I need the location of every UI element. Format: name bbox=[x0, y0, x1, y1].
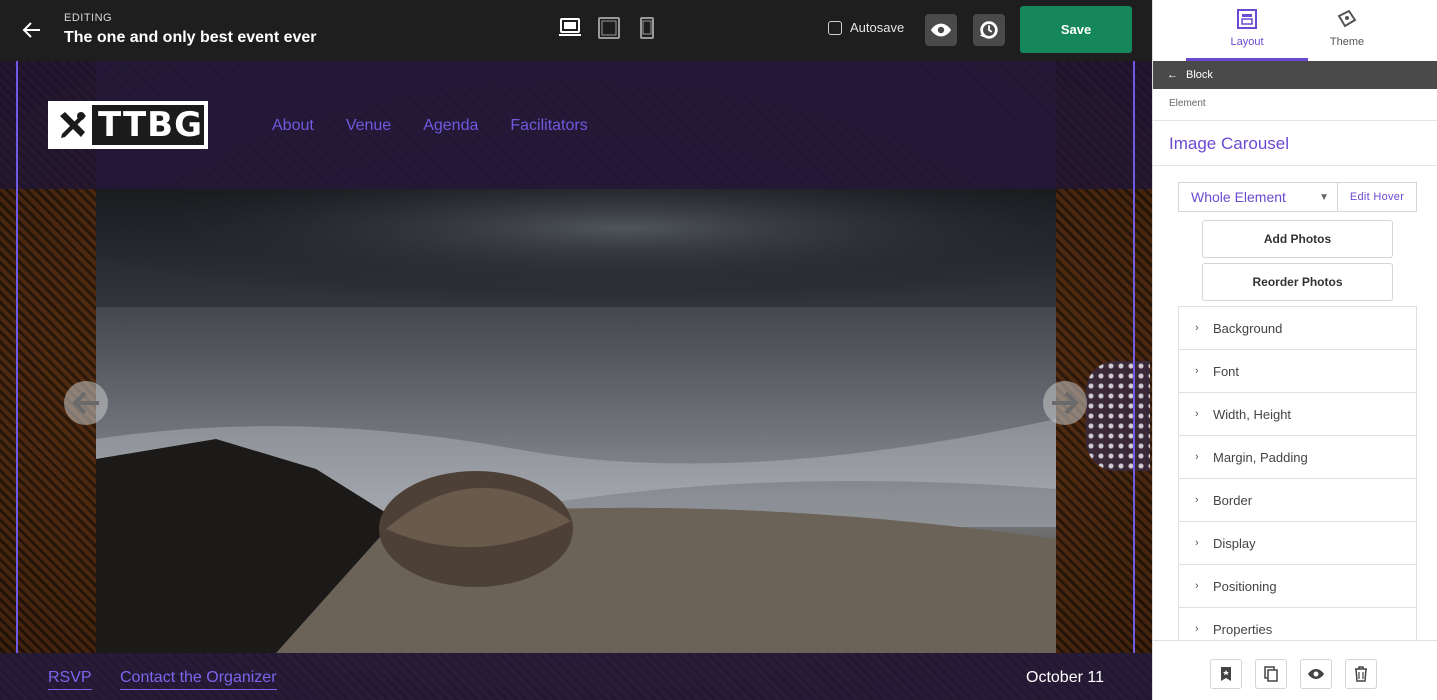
tools-icon bbox=[52, 105, 92, 145]
history-icon bbox=[979, 21, 998, 39]
section-border[interactable]: › Border bbox=[1179, 479, 1416, 522]
carousel-image[interactable] bbox=[96, 189, 1056, 653]
section-positioning[interactable]: › Positioning bbox=[1179, 565, 1416, 608]
caret-right-icon: › bbox=[1195, 580, 1199, 592]
editing-label: EDITING bbox=[64, 12, 113, 24]
event-date: October 11 bbox=[1026, 669, 1104, 686]
nav-about[interactable]: About bbox=[272, 117, 314, 135]
carousel-prev-arrow-icon[interactable] bbox=[64, 381, 108, 425]
section-label: Margin, Padding bbox=[1213, 449, 1308, 465]
section-label: Positioning bbox=[1213, 578, 1277, 594]
section-label: Background bbox=[1213, 320, 1283, 336]
duplicate-icon[interactable] bbox=[1255, 659, 1287, 689]
autosave-toggle[interactable]: Autosave bbox=[828, 20, 904, 35]
nav-venue[interactable]: Venue bbox=[346, 117, 391, 135]
autosave-checkbox[interactable] bbox=[828, 20, 842, 35]
tab-theme-label: Theme bbox=[1329, 36, 1365, 48]
caret-right-icon: › bbox=[1195, 408, 1199, 420]
eye-icon bbox=[930, 23, 952, 37]
rsvp-link[interactable]: RSVP bbox=[48, 669, 92, 690]
section-width-height[interactable]: › Width, Height bbox=[1179, 393, 1416, 436]
carousel-next-arrow-icon[interactable] bbox=[1043, 381, 1087, 425]
decorative-pattern bbox=[1086, 361, 1150, 471]
tablet-icon[interactable] bbox=[597, 16, 621, 40]
site-logo[interactable]: TTBG bbox=[48, 101, 208, 149]
trash-icon[interactable] bbox=[1345, 659, 1377, 689]
caret-right-icon: › bbox=[1195, 494, 1199, 506]
desktop-icon[interactable] bbox=[558, 16, 582, 40]
selection-outline-left bbox=[16, 61, 18, 653]
divider bbox=[1153, 165, 1437, 166]
caret-right-icon: › bbox=[1195, 623, 1199, 635]
site-header: TTBG About Venue Agenda Facilitators bbox=[0, 61, 1152, 189]
caret-right-icon: › bbox=[1195, 365, 1199, 377]
divider bbox=[1153, 120, 1437, 121]
site-canvas: TTBG About Venue Agenda Facilitators RSV… bbox=[0, 61, 1152, 700]
theme-icon bbox=[1336, 8, 1358, 35]
add-photos-button[interactable]: Add Photos bbox=[1202, 220, 1393, 258]
site-footer: RSVP Contact the Organizer October 11 bbox=[0, 653, 1152, 700]
history-button[interactable] bbox=[973, 14, 1005, 46]
chevron-down-icon: ▼ bbox=[1319, 192, 1329, 203]
section-margin-padding[interactable]: › Margin, Padding bbox=[1179, 436, 1416, 479]
element-scope-value: Whole Element bbox=[1191, 189, 1286, 205]
back-arrow-icon[interactable] bbox=[20, 18, 44, 42]
layout-icon bbox=[1236, 8, 1258, 35]
save-button[interactable]: Save bbox=[1020, 6, 1132, 53]
back-to-block-label: Block bbox=[1186, 69, 1213, 81]
selection-outline-right bbox=[1133, 61, 1135, 653]
nav-agenda[interactable]: Agenda bbox=[423, 117, 478, 135]
autosave-label: Autosave bbox=[850, 20, 905, 35]
style-sections: › Background › Font › Width, Height › Margin… bbox=[1178, 306, 1417, 651]
nav-facilitators[interactable]: Facilitators bbox=[510, 117, 587, 135]
caret-right-icon: › bbox=[1195, 322, 1199, 334]
section-label: Properties bbox=[1213, 621, 1273, 637]
bookmark-icon[interactable] bbox=[1210, 659, 1242, 689]
tab-theme[interactable]: Theme bbox=[1286, 0, 1408, 61]
contact-organizer-link[interactable]: Contact the Organizer bbox=[120, 669, 277, 690]
panel-footer bbox=[1153, 640, 1437, 700]
edit-hover-button[interactable]: Edit Hover bbox=[1337, 182, 1417, 212]
editor-topbar: EDITING The one and only best event ever… bbox=[0, 0, 1152, 61]
element-scope-select[interactable]: Whole Element ▼ bbox=[1178, 182, 1338, 212]
mobile-icon[interactable] bbox=[635, 16, 659, 40]
breadcrumb: Element bbox=[1169, 98, 1206, 109]
caret-right-icon: › bbox=[1195, 451, 1199, 463]
element-title: Image Carousel bbox=[1169, 134, 1290, 153]
reorder-photos-button[interactable]: Reorder Photos bbox=[1202, 263, 1393, 301]
section-label: Width, Height bbox=[1213, 406, 1292, 422]
section-label: Font bbox=[1213, 363, 1240, 379]
section-label: Display bbox=[1213, 535, 1256, 551]
properties-panel: Layout Theme ← Block Element Image Carou… bbox=[1152, 0, 1437, 700]
event-title: The one and only best event ever bbox=[64, 29, 317, 46]
logo-text: TTBG bbox=[98, 105, 203, 145]
back-small-arrow-icon: ← bbox=[1167, 69, 1178, 81]
section-display[interactable]: › Display bbox=[1179, 522, 1416, 565]
visibility-icon[interactable] bbox=[1300, 659, 1332, 689]
section-label: Border bbox=[1213, 492, 1253, 508]
section-background[interactable]: › Background bbox=[1179, 307, 1416, 350]
section-font[interactable]: › Font bbox=[1179, 350, 1416, 393]
caret-right-icon: › bbox=[1195, 537, 1199, 549]
site-nav: About Venue Agenda Facilitators bbox=[272, 117, 588, 135]
back-to-block[interactable]: ← Block bbox=[1153, 61, 1437, 89]
preview-button[interactable] bbox=[925, 14, 957, 46]
